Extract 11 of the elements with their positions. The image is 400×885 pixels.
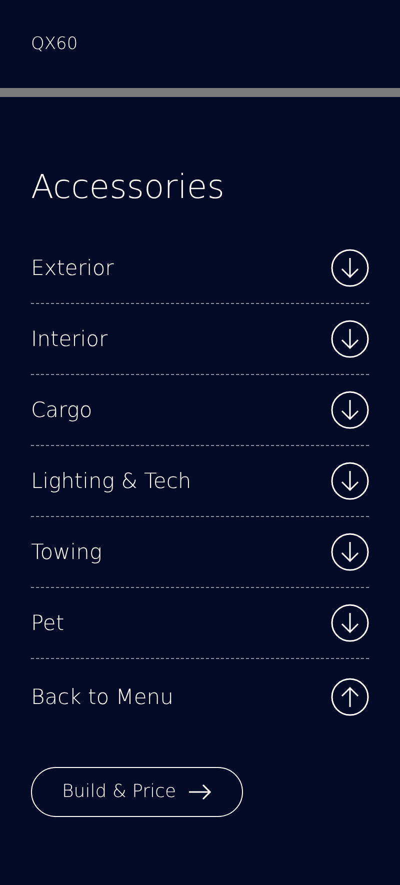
page-title: Accessories <box>31 167 226 207</box>
model-name[interactable]: QX60 <box>31 34 78 54</box>
menu-item[interactable]: Cargo <box>31 398 92 422</box>
menu-item[interactable]: Pet <box>31 610 64 635</box>
menu-item[interactable]: Exterior <box>31 256 114 280</box>
menu-item[interactable]: Lighting & Tech <box>31 468 192 493</box>
right-arrow-icon <box>188 784 212 800</box>
menu-item[interactable]: Interior <box>31 326 108 351</box>
menu-item[interactable]: Back to Menu <box>31 684 174 709</box>
build-price-button[interactable]: Build & Price <box>31 766 244 817</box>
menu-item[interactable]: Towing <box>31 540 102 564</box>
